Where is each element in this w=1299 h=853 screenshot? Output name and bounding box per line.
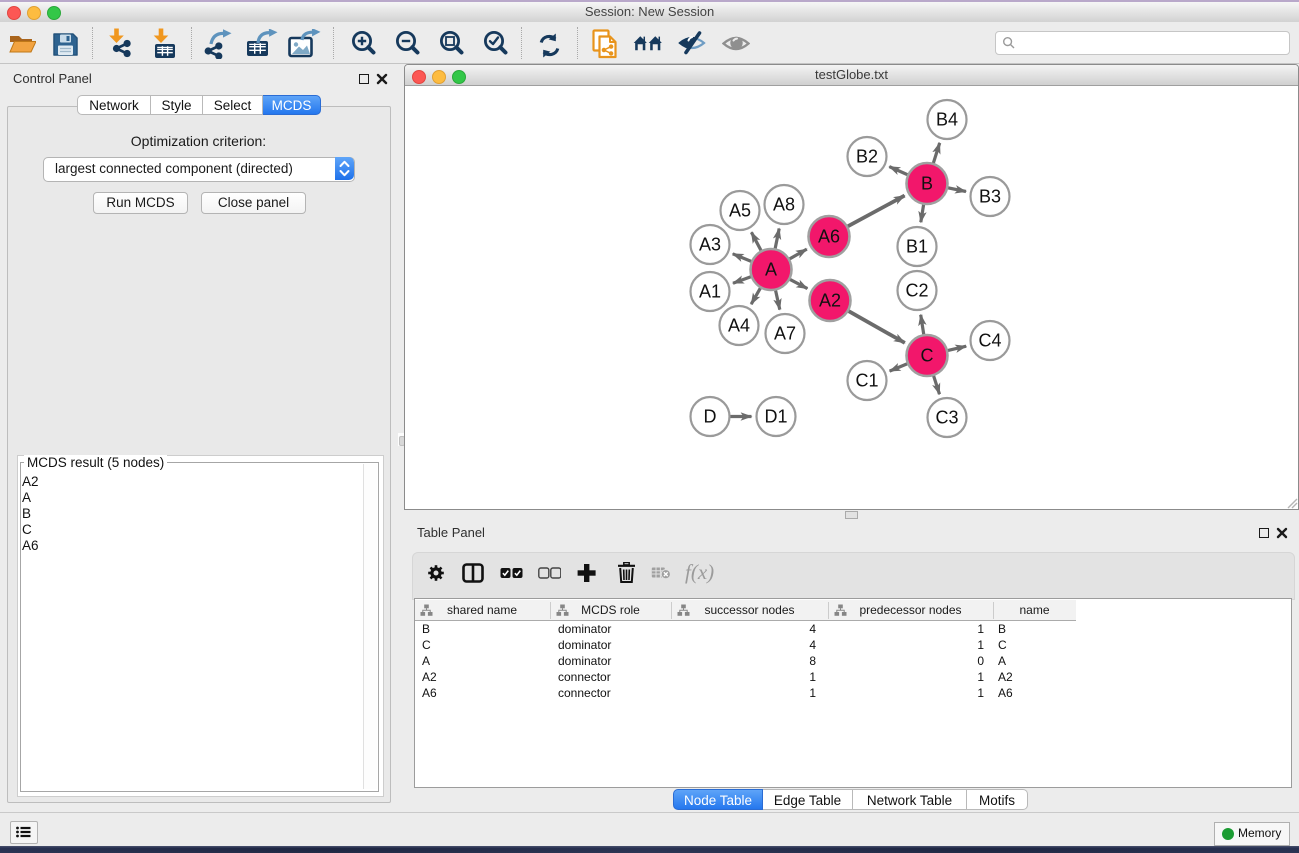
svg-text:C1: C1 bbox=[855, 371, 878, 391]
svg-text:A4: A4 bbox=[728, 316, 750, 336]
svg-text:C4: C4 bbox=[978, 331, 1001, 351]
svg-text:C: C bbox=[921, 346, 934, 366]
svg-text:A2: A2 bbox=[819, 291, 841, 311]
svg-text:C3: C3 bbox=[935, 408, 958, 428]
svg-text:A8: A8 bbox=[773, 195, 795, 215]
svg-text:B1: B1 bbox=[906, 237, 928, 257]
svg-text:A3: A3 bbox=[699, 235, 721, 255]
svg-text:D1: D1 bbox=[764, 407, 787, 427]
svg-text:A5: A5 bbox=[729, 201, 751, 221]
svg-text:A1: A1 bbox=[699, 282, 721, 302]
svg-text:B: B bbox=[921, 174, 933, 194]
svg-text:A7: A7 bbox=[774, 324, 796, 344]
svg-text:B4: B4 bbox=[936, 110, 958, 130]
svg-text:A: A bbox=[765, 260, 777, 280]
svg-text:A6: A6 bbox=[818, 227, 840, 247]
svg-text:B3: B3 bbox=[979, 187, 1001, 207]
svg-text:D: D bbox=[704, 407, 717, 427]
svg-text:B2: B2 bbox=[856, 147, 878, 167]
svg-text:C2: C2 bbox=[905, 281, 928, 301]
